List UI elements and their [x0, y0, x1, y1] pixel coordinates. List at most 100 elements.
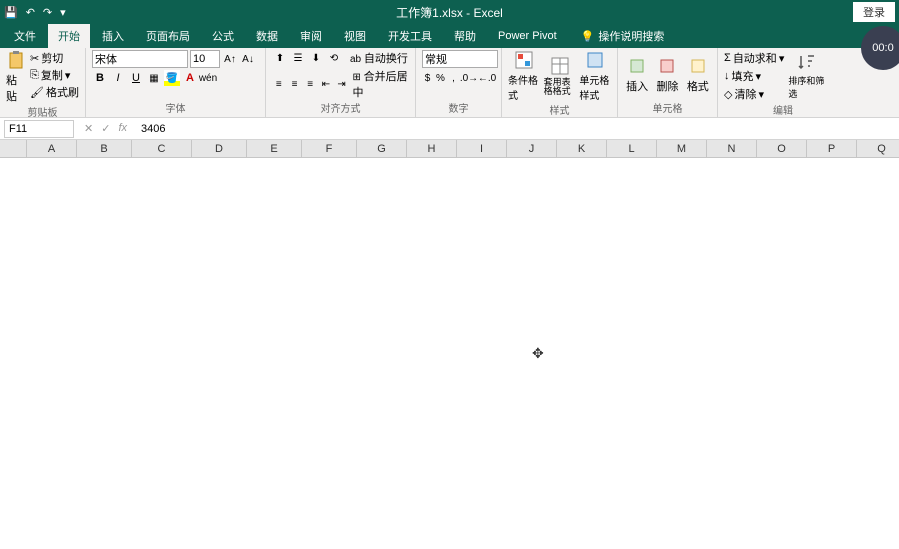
cut-button[interactable]: ✂剪切 [30, 50, 79, 66]
number-format-select[interactable] [422, 50, 498, 68]
col-header-H[interactable]: H [407, 140, 457, 158]
table-format-icon [550, 56, 570, 76]
col-header-B[interactable]: B [77, 140, 132, 158]
col-header-J[interactable]: J [507, 140, 557, 158]
tab-文件[interactable]: 文件 [4, 24, 46, 48]
paste-icon [6, 50, 26, 70]
tab-帮助[interactable]: 帮助 [444, 24, 486, 48]
group-label: 字体 [92, 100, 259, 117]
enter-formula-icon[interactable]: ✓ [101, 122, 110, 135]
col-header-N[interactable]: N [707, 140, 757, 158]
insert-cells-button[interactable]: 插入 [624, 50, 650, 100]
align-center-icon[interactable]: ≡ [288, 76, 302, 92]
name-box[interactable] [4, 120, 74, 138]
tab-视图[interactable]: 视图 [334, 24, 376, 48]
copy-button[interactable]: ⎘复制 ▾ [30, 67, 79, 83]
merge-button[interactable]: ⊞ 合并后居中 [352, 68, 409, 100]
comma-icon[interactable]: , [448, 70, 459, 86]
border-button[interactable]: ▦ [146, 70, 162, 86]
formula-bar: ✕ ✓ fx [0, 118, 899, 140]
table-format-button[interactable]: 套用表格格式 [544, 50, 576, 102]
col-header-M[interactable]: M [657, 140, 707, 158]
timer-overlay: 00:0 [861, 26, 899, 70]
col-header-I[interactable]: I [457, 140, 507, 158]
group-label: 单元格 [624, 100, 711, 117]
tab-开始[interactable]: 开始 [48, 24, 90, 48]
align-right-icon[interactable]: ≡ [303, 76, 317, 92]
percent-icon[interactable]: % [435, 70, 446, 86]
col-header-P[interactable]: P [807, 140, 857, 158]
cell-style-icon [585, 50, 605, 70]
col-header-C[interactable]: C [132, 140, 192, 158]
col-header-F[interactable]: F [302, 140, 357, 158]
font-name-select[interactable] [92, 50, 188, 68]
underline-button[interactable]: U [128, 70, 144, 86]
fx-icon[interactable]: fx [118, 122, 127, 135]
worksheet[interactable]: ABCDEFGHIJKLMNOPQ1部 门实出勤基本工资岗位工资绩效工资应发工资… [0, 140, 899, 162]
tab-公式[interactable]: 公式 [202, 24, 244, 48]
wrap-text-button[interactable]: ab 自动换行 [350, 50, 408, 66]
indent-dec-icon[interactable]: ⇤ [319, 76, 333, 92]
clear-button[interactable]: ◇ 清除 ▾ [724, 86, 784, 102]
col-header-L[interactable]: L [607, 140, 657, 158]
increase-font-icon[interactable]: A↑ [222, 51, 238, 67]
undo-icon[interactable]: ↶ [26, 6, 35, 19]
brush-icon: 🖌 [30, 86, 44, 99]
col-header-E[interactable]: E [247, 140, 302, 158]
quick-access-toolbar: 💾 ↶ ↷ ▾ [4, 6, 66, 19]
save-icon[interactable]: 💾 [4, 6, 18, 19]
sort-filter-button[interactable]: 排序和筛选 [788, 50, 824, 102]
decrease-font-icon[interactable]: A↓ [240, 51, 256, 67]
tab-页面布局[interactable]: 页面布局 [136, 24, 200, 48]
font-color-button[interactable]: A [182, 70, 198, 86]
select-all-corner[interactable] [0, 140, 27, 158]
format-cells-button[interactable]: 格式 [685, 50, 711, 100]
tab-开发工具[interactable]: 开发工具 [378, 24, 442, 48]
cell-style-button[interactable]: 单元格样式 [579, 50, 611, 102]
delete-cells-button[interactable]: 删除 [654, 50, 680, 100]
fill-color-button[interactable]: 🪣 [164, 70, 180, 86]
group-label: 数字 [422, 100, 495, 117]
conditional-format-button[interactable]: 条件格式 [508, 50, 540, 102]
currency-icon[interactable]: $ [422, 70, 433, 86]
col-header-G[interactable]: G [357, 140, 407, 158]
tab-Power Pivot[interactable]: Power Pivot [488, 26, 567, 46]
italic-button[interactable]: I [110, 70, 126, 86]
align-top-icon[interactable]: ⬆ [272, 50, 288, 66]
autosum-button[interactable]: Σ 自动求和 ▾ [724, 50, 784, 66]
orientation-icon[interactable]: ⟲ [326, 50, 342, 66]
insert-icon [627, 56, 647, 76]
copy-icon: ⎘ [30, 69, 39, 82]
redo-icon[interactable]: ↷ [43, 6, 52, 19]
cursor-icon: ✥ [532, 345, 544, 362]
window-title: 工作簿1.xlsx - Excel [396, 4, 503, 21]
bold-button[interactable]: B [92, 70, 108, 86]
indent-inc-icon[interactable]: ⇥ [335, 76, 349, 92]
fill-button[interactable]: ↓ 填充 ▾ [724, 68, 784, 84]
group-label: 剪贴板 [6, 104, 79, 121]
inc-decimal-icon[interactable]: .0→ [461, 70, 477, 86]
qat-more-icon[interactable]: ▾ [60, 6, 66, 19]
lightbulb-icon: 💡 [581, 30, 595, 43]
col-header-K[interactable]: K [557, 140, 607, 158]
tab-数据[interactable]: 数据 [246, 24, 288, 48]
cancel-formula-icon[interactable]: ✕ [84, 122, 93, 135]
col-header-Q[interactable]: Q [857, 140, 899, 158]
cut-icon: ✂ [30, 52, 39, 65]
align-bottom-icon[interactable]: ⬇ [308, 50, 324, 66]
col-header-O[interactable]: O [757, 140, 807, 158]
col-header-A[interactable]: A [27, 140, 77, 158]
tab-审阅[interactable]: 审阅 [290, 24, 332, 48]
phonetic-button[interactable]: wén [200, 70, 216, 86]
login-button[interactable]: 登录 [853, 2, 895, 22]
formula-input[interactable] [137, 120, 899, 138]
dec-decimal-icon[interactable]: ←.0 [479, 70, 495, 86]
align-middle-icon[interactable]: ☰ [290, 50, 306, 66]
font-size-select[interactable] [190, 50, 220, 68]
align-left-icon[interactable]: ≡ [272, 76, 286, 92]
tab-插入[interactable]: 插入 [92, 24, 134, 48]
format-painter-button[interactable]: 🖌格式刷 [30, 84, 79, 100]
paste-button[interactable]: 粘贴 [6, 50, 26, 104]
tell-me-search[interactable]: 💡 操作说明搜索 [581, 28, 665, 44]
col-header-D[interactable]: D [192, 140, 247, 158]
